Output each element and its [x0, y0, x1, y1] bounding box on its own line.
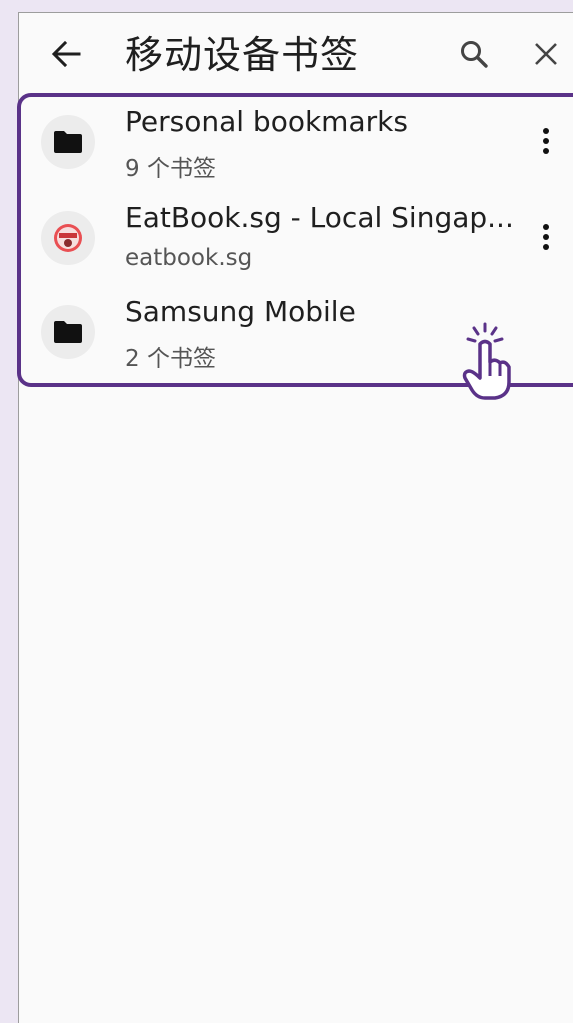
arrow-left-icon: [51, 41, 81, 67]
search-icon: [461, 41, 488, 68]
back-button[interactable]: [49, 39, 83, 69]
close-icon: [535, 43, 557, 65]
bookmarks-panel: 移动设备书签 Personal bookmarks 9 个书签 EatBook.…: [17, 12, 573, 1023]
close-button[interactable]: [529, 37, 563, 71]
search-button[interactable]: [457, 37, 491, 71]
top-app-bar: 移动设备书签: [19, 13, 573, 97]
page-title: 移动设备书签: [125, 33, 360, 77]
tap-hand-icon: [462, 322, 511, 400]
